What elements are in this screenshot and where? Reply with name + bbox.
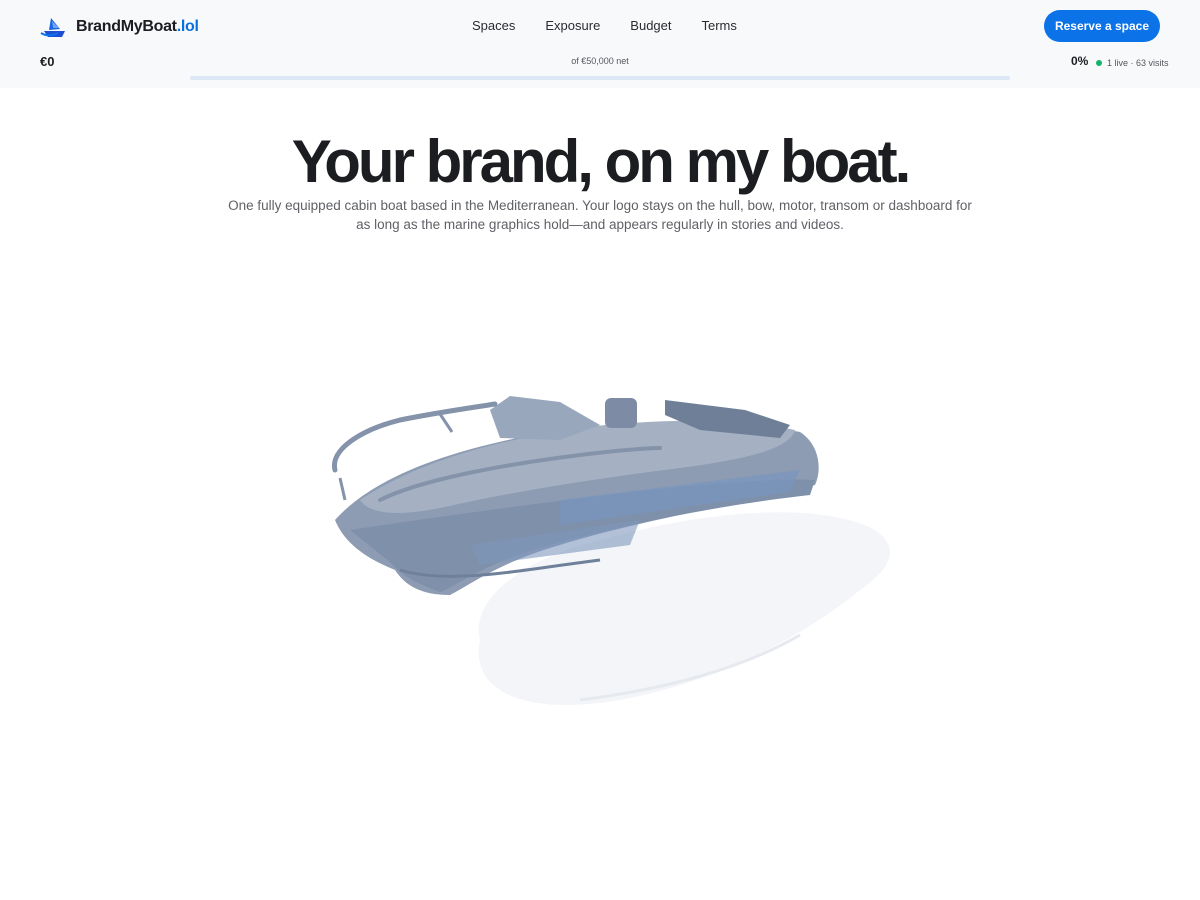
live-stats: 1 live · 63 visits (1107, 58, 1169, 68)
hero-subtitle: One fully equipped cabin boat based in t… (228, 198, 972, 232)
funding-progress-bar (190, 76, 1010, 80)
nav-exposure[interactable]: Exposure (545, 16, 600, 36)
funding-percent: 0% (1071, 54, 1089, 68)
boat-helm (605, 398, 637, 428)
boat-3d-model[interactable] (300, 380, 920, 720)
hero-title: Your brand, on my boat. (291, 128, 912, 195)
rail-post (438, 413, 454, 433)
reserve-space-button[interactable]: Reserve a space (1044, 10, 1160, 42)
brand-tld: .lol (176, 18, 199, 35)
nav-spaces[interactable]: Spaces (472, 16, 515, 36)
live-indicator-icon (1096, 60, 1102, 66)
brand-name: BrandMyBoat.lol (76, 18, 199, 35)
brand-logo[interactable]: BrandMyBoat.lol (40, 14, 199, 40)
nav-budget[interactable]: Budget (630, 16, 671, 36)
funding-goal: of €50,000 net (571, 56, 629, 66)
nav-terms[interactable]: Terms (702, 16, 737, 36)
top-bar: BrandMyBoat.lol Spaces Exposure Budget T… (0, 0, 1200, 88)
rail-post (338, 477, 347, 501)
main-nav: Spaces Exposure Budget Terms (472, 16, 737, 36)
boat-logo-icon (40, 18, 65, 37)
